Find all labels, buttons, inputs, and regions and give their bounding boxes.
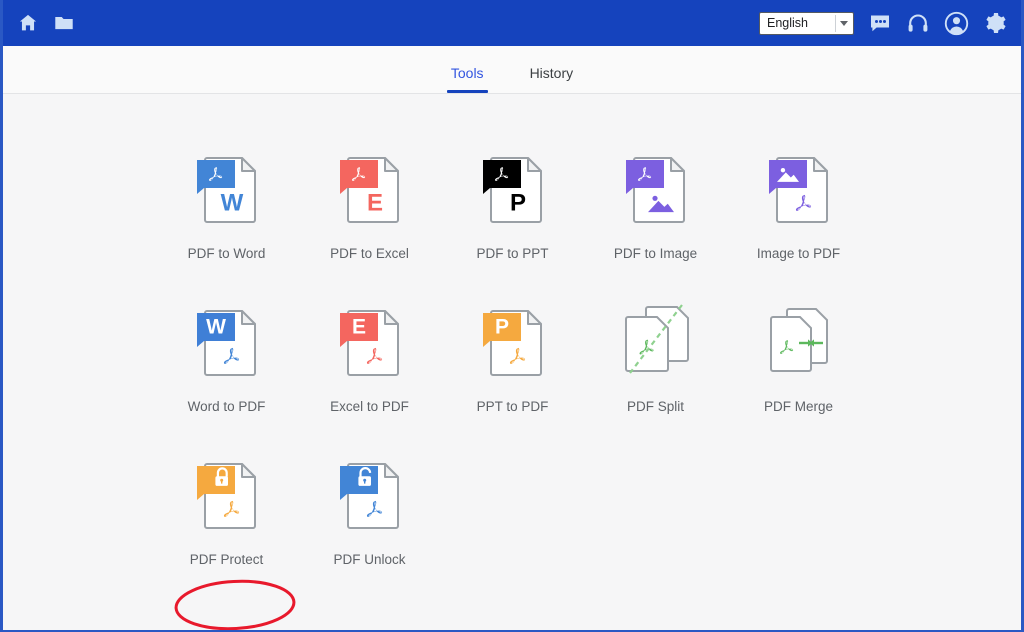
tool-label: PDF to Excel	[330, 246, 409, 261]
svg-text:P: P	[509, 189, 525, 216]
tool-tile[interactable]: PDF Split	[584, 303, 727, 414]
tool-icon: E	[334, 150, 406, 230]
tab-tools[interactable]: Tools	[446, 65, 488, 93]
home-icon[interactable]	[17, 12, 39, 34]
chevron-down-icon	[840, 20, 848, 26]
tool-row-1: W PDF to Word E PDF to Excel P PDF to PP…	[3, 150, 1021, 261]
tool-tile[interactable]: PDF Protect	[155, 456, 298, 567]
language-select-value: English	[767, 16, 808, 30]
tool-icon: W	[191, 303, 263, 383]
annotation-ellipse	[174, 579, 296, 630]
tool-icon	[334, 456, 406, 536]
tool-label: Excel to PDF	[330, 399, 409, 414]
header-right-controls: English	[759, 11, 1007, 36]
tool-tile[interactable]: PDF to Image	[584, 150, 727, 261]
select-divider	[835, 14, 836, 32]
tool-row-3: PDF Protect PDF Unlock	[3, 456, 1021, 567]
tool-tile[interactable]: P PPT to PDF	[441, 303, 584, 414]
gear-icon[interactable]	[983, 11, 1007, 35]
tool-label: Image to PDF	[756, 246, 841, 261]
folder-icon[interactable]	[53, 12, 75, 34]
tool-tile[interactable]: PDF Unlock	[298, 456, 441, 567]
svg-text:W: W	[220, 189, 243, 216]
user-avatar-icon[interactable]	[944, 11, 969, 36]
tool-icon	[191, 456, 263, 536]
headset-icon[interactable]	[906, 11, 930, 35]
tool-label: Word to PDF	[187, 399, 266, 414]
app-window: English Tools History W PDF to Word E PD…	[0, 0, 1024, 632]
tool-tile[interactable]: E PDF to Excel	[298, 150, 441, 261]
language-select[interactable]: English	[759, 11, 854, 35]
tool-icon: P	[477, 150, 549, 230]
tool-label: PDF Split	[626, 399, 684, 414]
svg-text:E: E	[351, 316, 365, 339]
svg-text:P: P	[494, 316, 508, 339]
tool-row-2: W Word to PDF E Excel to PDF P PPT to PD…	[3, 303, 1021, 414]
tool-tile[interactable]: W Word to PDF	[155, 303, 298, 414]
tool-label: PPT to PDF	[476, 399, 549, 414]
header-left-icons	[17, 12, 75, 34]
tool-icon	[763, 150, 835, 230]
chat-bubble-icon[interactable]	[868, 11, 892, 35]
tool-icon	[763, 303, 835, 383]
tab-history[interactable]: History	[526, 65, 578, 93]
tool-label: PDF to PPT	[476, 246, 549, 261]
tool-tile[interactable]: Image to PDF	[727, 150, 870, 261]
tool-tile[interactable]: PDF Merge	[727, 303, 870, 414]
tool-icon	[620, 150, 692, 230]
tool-label: PDF to Word	[187, 246, 266, 261]
tool-icon: E	[334, 303, 406, 383]
tool-tile[interactable]: E Excel to PDF	[298, 303, 441, 414]
tool-label: PDF Protect	[189, 552, 264, 567]
tool-tile[interactable]: W PDF to Word	[155, 150, 298, 261]
tool-label: PDF to Image	[613, 246, 698, 261]
tool-label: PDF Merge	[763, 399, 834, 414]
tool-icon: P	[477, 303, 549, 383]
tool-label: PDF Unlock	[333, 552, 406, 567]
svg-text:E: E	[366, 189, 382, 216]
tool-icon: W	[191, 150, 263, 230]
tool-icon	[620, 303, 692, 383]
tool-grid: W PDF to Word E PDF to Excel P PDF to PP…	[3, 94, 1021, 567]
tool-tile[interactable]: P PDF to PPT	[441, 150, 584, 261]
tab-bar: Tools History	[3, 46, 1021, 94]
app-header: English	[3, 0, 1021, 46]
svg-text:W: W	[206, 316, 226, 339]
